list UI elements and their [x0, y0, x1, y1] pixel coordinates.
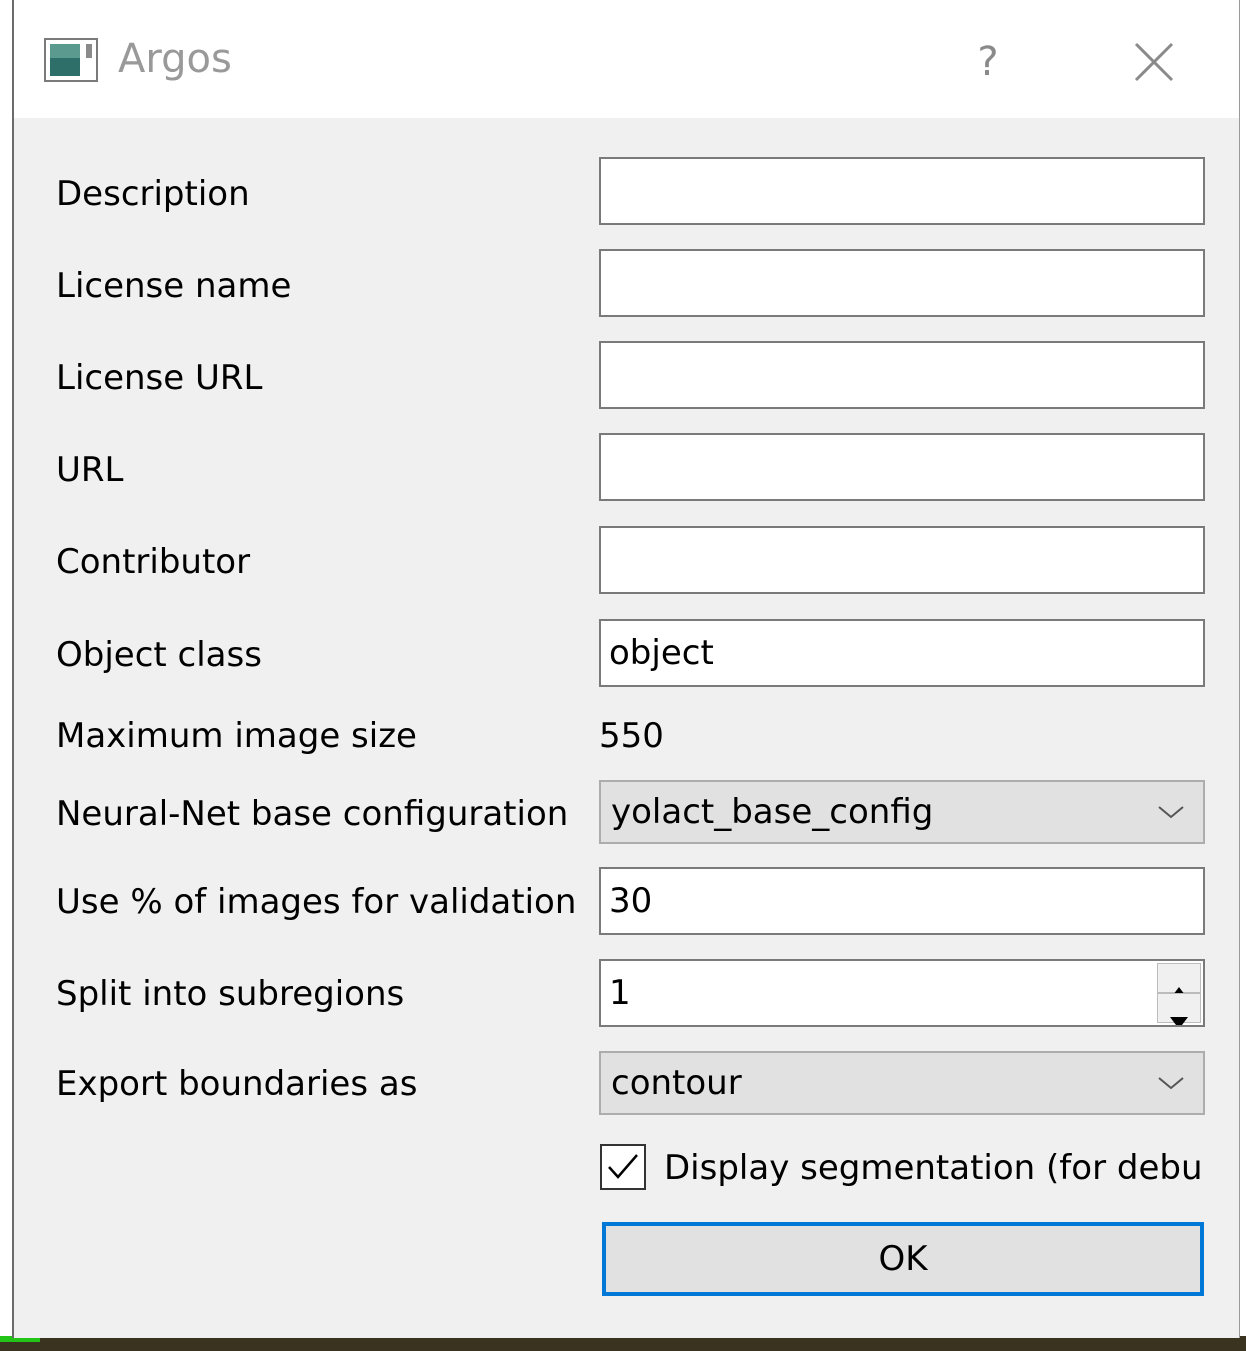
display-segmentation-checkbox[interactable] — [600, 1144, 646, 1190]
license-url-label: License URL — [56, 358, 263, 398]
max-image-size-label: Maximum image size — [56, 716, 417, 756]
url-input[interactable] — [599, 433, 1205, 501]
license-name-input[interactable] — [599, 249, 1205, 317]
url-label: URL — [56, 450, 124, 490]
chevron-down-icon — [1158, 1077, 1184, 1090]
nn-base-config-value: yolact_base_config — [611, 792, 934, 832]
window-app-icon — [44, 38, 98, 82]
nn-base-config-label: Neural-Net base configuration — [56, 794, 569, 834]
spin-arrows — [1157, 963, 1201, 1025]
validation-percent-input[interactable]: 30 — [599, 867, 1205, 935]
checkmark-icon — [608, 1154, 638, 1179]
export-boundaries-label: Export boundaries as — [56, 1064, 418, 1104]
display-segmentation-label[interactable]: Display segmentation (for debug) — [664, 1146, 1204, 1190]
help-button[interactable]: ? — [970, 36, 1006, 88]
validation-percent-label: Use % of images for validation — [56, 882, 577, 922]
max-image-size-value: 550 — [599, 716, 664, 756]
object-class-label: Object class — [56, 635, 262, 675]
chevron-down-icon — [1158, 806, 1184, 819]
contributor-input[interactable] — [599, 526, 1205, 594]
subregions-value: 1 — [609, 973, 631, 1013]
spin-down-button[interactable] — [1157, 993, 1201, 1025]
background-app-strip — [0, 1336, 1246, 1351]
spin-up-button[interactable] — [1157, 963, 1201, 999]
license-url-input[interactable] — [599, 341, 1205, 409]
subregions-label: Split into subregions — [56, 974, 405, 1014]
argos-dialog: Argos ? Description License name License… — [12, 0, 1240, 1338]
description-input[interactable] — [599, 157, 1205, 225]
window-title: Argos — [118, 36, 232, 82]
title-bar: Argos ? — [14, 0, 1239, 118]
subregions-spinbox[interactable]: 1 — [599, 959, 1205, 1027]
object-class-input[interactable]: object — [599, 619, 1205, 687]
license-name-label: License name — [56, 266, 292, 306]
export-boundaries-value: contour — [611, 1063, 742, 1103]
export-boundaries-dropdown[interactable]: contour — [599, 1051, 1205, 1115]
description-label: Description — [56, 174, 250, 214]
contributor-label: Contributor — [56, 542, 251, 582]
nn-base-config-dropdown[interactable]: yolact_base_config — [599, 780, 1205, 844]
close-icon — [1134, 42, 1174, 82]
close-button[interactable] — [1132, 40, 1176, 84]
ok-button[interactable]: OK — [602, 1222, 1204, 1296]
triangle-down-icon — [1170, 1017, 1188, 1025]
